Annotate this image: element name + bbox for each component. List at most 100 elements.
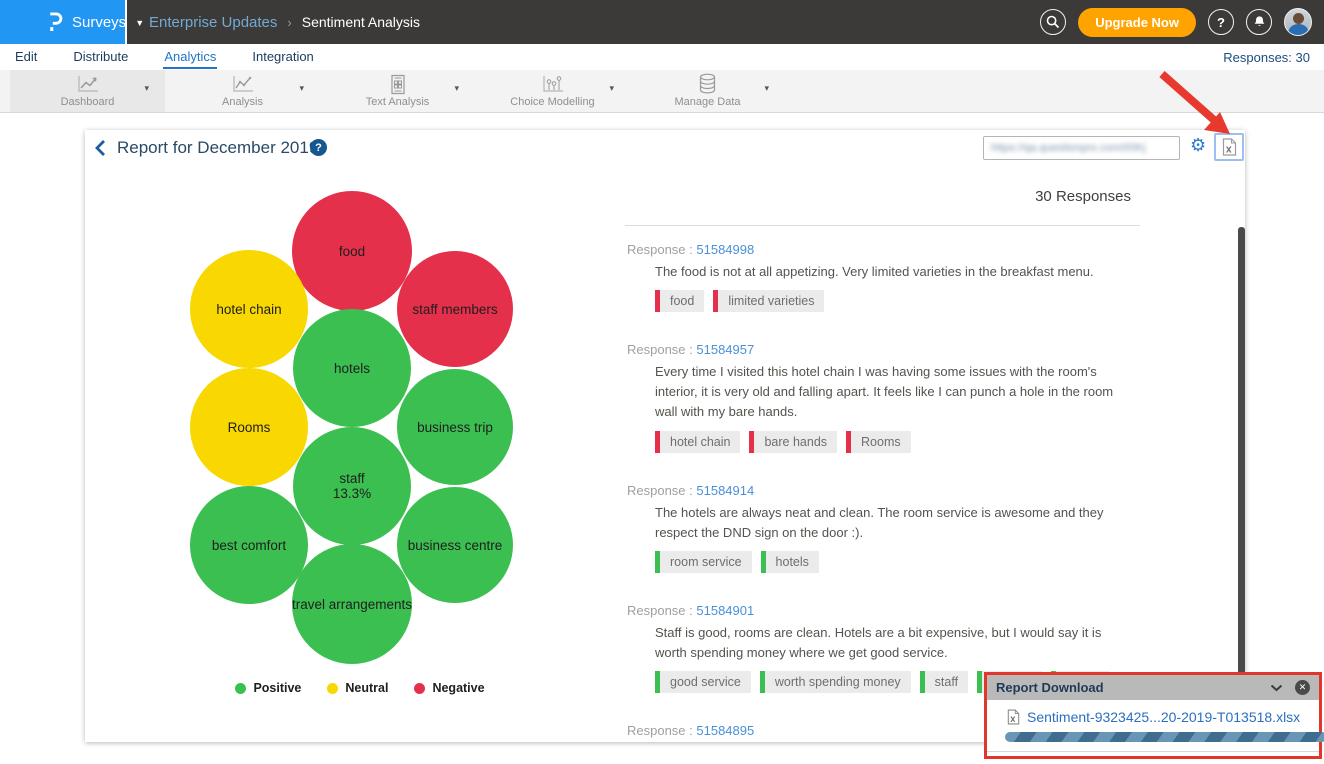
- survey-menubar: Edit Distribute Analytics Integration Respo…: [0, 44, 1324, 70]
- bubble-label: travel arrangements: [292, 597, 412, 612]
- response-id-link[interactable]: 51584957: [696, 342, 754, 357]
- legend-label: Positive: [253, 681, 301, 695]
- download-progress-bar: [1005, 732, 1324, 742]
- notifications-button[interactable]: [1246, 9, 1272, 35]
- gear-icon[interactable]: ⚙: [1190, 135, 1206, 156]
- response-label: Response :: [627, 242, 696, 257]
- breadcrumb-survey-name[interactable]: Enterprise Updates: [149, 14, 277, 31]
- analytics-toolbar: Dashboard▾Analysis▾Text Analysis▾Choice …: [0, 70, 1324, 113]
- line-chart-icon: [76, 73, 100, 95]
- menu-item-distribute[interactable]: Distribute: [72, 46, 129, 69]
- tab-label: Manage Data: [674, 96, 740, 108]
- report-card: Report for December 2019 ? https://qa.qu…: [85, 130, 1245, 742]
- response-tags: room servicehotels: [655, 551, 1140, 573]
- product-name: Surveys: [72, 14, 126, 31]
- sentiment-tag-food: food: [655, 290, 704, 312]
- excel-file-icon: [1222, 138, 1237, 156]
- download-file-link[interactable]: Sentiment-9323425...20-2019-T013518.xlsx: [1027, 709, 1300, 725]
- response-label: Response :: [627, 603, 696, 618]
- search-button[interactable]: [1040, 9, 1066, 35]
- close-icon[interactable]: ✕: [1295, 680, 1310, 695]
- avatar-head: [1293, 13, 1304, 24]
- menu-item-edit[interactable]: Edit: [14, 46, 38, 69]
- bubble-label: hotels: [334, 361, 370, 376]
- sentiment-tag-hotels: hotels: [761, 551, 819, 573]
- response-text: The food is not at all appetizing. Very …: [655, 262, 1127, 282]
- chart-legend: PositiveNeutralNegative: [145, 681, 575, 695]
- response-id-link[interactable]: 51584901: [696, 603, 754, 618]
- tab-label: Text Analysis: [366, 96, 430, 108]
- legend-dot: [327, 683, 338, 694]
- legend-dot: [235, 683, 246, 694]
- account-avatar[interactable]: [1284, 8, 1312, 36]
- response-label: Response :: [627, 342, 696, 357]
- collapse-chevron-icon[interactable]: [1270, 684, 1283, 692]
- bubble-staff-members[interactable]: staff members: [397, 251, 513, 367]
- report-download-panel: Report Download ✕ Sentiment-9323425...20…: [984, 672, 1322, 759]
- sentiment-tag-good-service: good service: [655, 671, 751, 693]
- bubble-value: 13.3%: [333, 486, 371, 501]
- breadcrumb-separator: ›: [287, 15, 291, 30]
- share-url-input[interactable]: https://qa.questionpro.com/t/0Kj: [983, 136, 1180, 160]
- database-icon: [698, 73, 717, 95]
- response-label-row: Response : 51584957: [627, 342, 1140, 357]
- surveys-app-menu[interactable]: Surveys ▼: [0, 0, 127, 44]
- bubble-label: staff: [339, 471, 364, 486]
- chevron-down-icon[interactable]: ▾: [299, 83, 304, 94]
- responses-scrollbar[interactable]: [1238, 227, 1245, 736]
- response-id-link[interactable]: 51584895: [696, 723, 754, 738]
- sentiment-tag-hotel-chain: hotel chain: [655, 431, 740, 453]
- tab-manage-data[interactable]: Manage Data ▾: [630, 70, 785, 112]
- tab-text-analysis[interactable]: Text Analysis ▾: [320, 70, 475, 112]
- upgrade-now-button[interactable]: Upgrade Now: [1078, 8, 1196, 37]
- response-text: The hotels are always neat and clean. Th…: [655, 503, 1127, 543]
- sentiment-tag-rooms: Rooms: [846, 431, 911, 453]
- tab-analysis[interactable]: Analysis▾: [165, 70, 320, 112]
- bubble-business-trip[interactable]: business trip: [397, 369, 513, 485]
- topbar-actions: Upgrade Now ?: [1040, 8, 1324, 37]
- response-tags: hotel chainbare handsRooms: [655, 431, 1140, 453]
- bell-icon: [1253, 15, 1266, 29]
- response-id-link[interactable]: 51584914: [696, 483, 754, 498]
- bubble-label: business centre: [408, 538, 503, 553]
- download-panel-header: Report Download ✕: [987, 675, 1319, 700]
- bubble-travel-arrangements[interactable]: travel arrangements: [292, 544, 412, 664]
- export-excel-button[interactable]: [1214, 133, 1244, 161]
- bubble-hotel-chain[interactable]: hotel chain: [190, 250, 308, 368]
- help-button[interactable]: ?: [1208, 9, 1234, 35]
- bubble-staff[interactable]: staff13.3%: [293, 427, 411, 545]
- bubble-label: hotel chain: [216, 302, 281, 317]
- response-label-row: Response : 51584914: [627, 483, 1140, 498]
- legend-label: Neutral: [345, 681, 388, 695]
- responses-count: Responses: 30: [1223, 50, 1310, 65]
- download-file-row: Sentiment-9323425...20-2019-T013518.xlsx: [987, 700, 1319, 725]
- tab-dashboard[interactable]: Dashboard▾: [10, 70, 165, 112]
- response-text: Every time I visited this hotel chain I …: [655, 362, 1127, 422]
- menu-item-integration[interactable]: Integration: [251, 46, 314, 69]
- bubble-business-centre[interactable]: business centre: [397, 487, 513, 603]
- bubble-food[interactable]: food: [292, 191, 412, 311]
- legend-item-positive: Positive: [235, 681, 301, 695]
- chevron-down-icon[interactable]: ▾: [609, 83, 614, 94]
- bubble-best-comfort[interactable]: best comfort: [190, 486, 308, 604]
- response-label: Response :: [627, 723, 696, 738]
- responses-panel: Response : 51584998 The food is not at al…: [625, 225, 1140, 742]
- trend-chart-icon: [231, 73, 255, 95]
- bubble-hotels[interactable]: hotels: [293, 309, 411, 427]
- dot-chart-icon: [541, 73, 565, 95]
- bubble-label: staff members: [412, 302, 497, 317]
- tab-choice-modelling[interactable]: Choice Modelling▾: [475, 70, 630, 112]
- bubble-label: food: [339, 244, 365, 259]
- bubble-rooms[interactable]: Rooms: [190, 368, 308, 486]
- bubble-label: business trip: [417, 420, 493, 435]
- response-id-link[interactable]: 51584998: [696, 242, 754, 257]
- chevron-down-icon[interactable]: ▾: [454, 83, 459, 94]
- chevron-down-icon[interactable]: ▾: [144, 83, 149, 94]
- legend-dot: [414, 683, 425, 694]
- menu-item-analytics[interactable]: Analytics: [163, 46, 217, 69]
- chevron-down-icon[interactable]: ▾: [764, 83, 769, 94]
- legend-item-neutral: Neutral: [327, 681, 388, 695]
- breadcrumb-current-page: Sentiment Analysis: [302, 14, 420, 30]
- doc-chart-icon: [390, 73, 406, 95]
- response-item: Response : 51584914 The hotels are always…: [625, 467, 1140, 573]
